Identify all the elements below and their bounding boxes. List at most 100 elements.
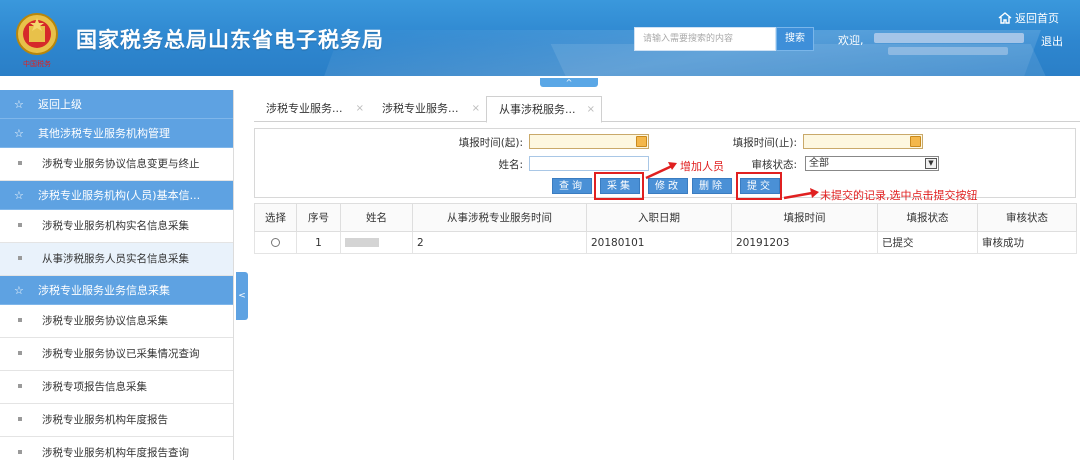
name-cell [340,231,413,254]
calendar-icon[interactable] [910,136,921,147]
sidebar-collapse-toggle[interactable]: < [236,272,248,320]
column-header: 审核状态 [977,203,1077,232]
logout-link[interactable]: 退出 [1041,33,1063,49]
bullet-icon [18,417,22,421]
row-select-radio[interactable] [271,237,280,247]
sidebar-item-agreement-collect[interactable]: 涉税专业服务协议信息采集 [0,305,233,338]
star-icon: ☆ [14,98,24,111]
calendar-icon[interactable] [636,136,647,147]
sidebar-item-label: 涉税专业服务机构年度报告 [42,414,168,426]
name-input[interactable] [529,156,649,171]
audit-status-label: 审核状态: [751,159,797,171]
home-icon [998,12,1012,24]
query-button[interactable]: 查询 [552,178,592,194]
column-header: 填报状态 [877,203,978,232]
sidebar-item-label: 涉税专业服务业务信息采集 [38,284,170,297]
audit-status-value: 全部 [809,158,829,169]
close-icon[interactable]: × [472,96,480,122]
table-row[interactable]: 1 2 20180101 20191203 已提交 审核成功 [254,231,1077,254]
end-date-label: 填报时间(止): [732,137,797,149]
tab-3[interactable]: 从事涉税服务... × [486,96,602,123]
bullet-icon [18,223,22,227]
masked-name [345,237,379,247]
site-title: 国家税务总局山东省电子税务局 [76,28,384,52]
arrow-annotation-icon [645,162,677,180]
name-label: 姓名: [498,159,523,171]
sidebar-item-label: 涉税专业服务协议信息变更与终止 [42,158,200,170]
home-link[interactable]: 返回首页 [998,10,1059,26]
sidebar-item-label: 涉税专业服务机构实名信息采集 [42,220,189,232]
end-date-input[interactable] [803,134,923,149]
column-header: 序号 [296,203,341,232]
table-header-row: 选择 序号 姓名 从事涉税专业服务时间 入职日期 填报时间 填报状态 审核状态 [254,203,1077,232]
tab-label: 涉税专业服务... [382,102,459,115]
bullet-icon [18,318,22,322]
user-org-masked [888,47,1008,55]
search-button[interactable]: 搜索 [776,27,814,51]
star-icon: ☆ [14,284,24,297]
top-header: 中国税务 国家税务总局山东省电子税务局 请输入需要搜索的内容 搜索 欢迎, 返回… [0,0,1080,76]
submit-highlight-box [736,172,782,200]
tax-emblem-icon [16,13,58,55]
emblem-caption: 中国税务 [23,60,51,68]
bullet-icon [18,256,22,260]
tab-label: 从事涉税服务... [499,103,576,116]
entry-date-cell: 20180101 [586,231,732,254]
sidebar: ☆ 返回上级 ☆ 其他涉税专业服务机构管理 涉税专业服务协议信息变更与终止 ☆ 涉税专… [0,90,234,460]
column-header: 填报时间 [731,203,878,232]
delete-button[interactable]: 删除 [692,178,732,194]
arrow-annotation-icon [783,188,819,200]
select-cell[interactable] [254,231,297,254]
sidebar-item-back[interactable]: ☆ 返回上级 [0,90,233,119]
service-years-cell: 2 [412,231,587,254]
audit-status-cell: 审核成功 [977,231,1077,254]
chevron-down-icon: ▼ [925,158,937,169]
bullet-icon [18,450,22,454]
main-content: 涉税专业服务... × 涉税专业服务... × 从事涉税服务... × 填报时间… [250,90,1080,460]
tab-1[interactable]: 涉税专业服务... × [254,96,370,122]
collapse-header-toggle[interactable]: ^ [540,78,598,87]
bullet-icon [18,351,22,355]
close-icon[interactable]: × [587,97,595,123]
sidebar-item-label: 返回上级 [38,98,82,111]
sidebar-item-annual-report[interactable]: 涉税专业服务机构年度报告 [0,404,233,437]
submit-annotation: 未提交的记录,选中点击提交按钮 [820,189,978,202]
fill-date-cell: 20191203 [731,231,878,254]
star-icon: ☆ [14,127,24,140]
tab-2[interactable]: 涉税专业服务... × [370,96,486,122]
sidebar-item-annual-report-query[interactable]: 涉税专业服务机构年度报告查询 [0,437,233,460]
sidebar-item-label: 其他涉税专业服务机构管理 [38,127,170,140]
index-cell: 1 [296,231,341,254]
bullet-icon [18,384,22,388]
tab-label: 涉税专业服务... [266,102,343,115]
star-icon: ☆ [14,189,24,202]
fill-status-cell: 已提交 [877,231,978,254]
column-header: 姓名 [340,203,413,232]
sidebar-item-label: 涉税专业服务协议已采集情况查询 [42,348,200,360]
collect-highlight-box [594,172,644,200]
search-input[interactable]: 请输入需要搜索的内容 [634,27,776,51]
column-header: 选择 [254,203,297,232]
home-link-label: 返回首页 [1015,12,1059,25]
sidebar-item-label: 涉税专业服务机构(人员)基本信... [38,189,201,202]
sidebar-group-business-info[interactable]: ☆ 涉税专业服务业务信息采集 [0,276,233,305]
sidebar-item-special-report[interactable]: 涉税专项报告信息采集 [0,371,233,404]
tab-bar: 涉税专业服务... × 涉税专业服务... × 从事涉税服务... × [254,94,1080,123]
column-header: 入职日期 [586,203,732,232]
records-table: 选择 序号 姓名 从事涉税专业服务时间 入职日期 填报时间 填报状态 审核状态 … [254,203,1077,254]
welcome-text: 欢迎, [838,34,864,47]
sidebar-group-other-agency[interactable]: ☆ 其他涉税专业服务机构管理 [0,119,233,148]
column-header: 从事涉税专业服务时间 [412,203,587,232]
add-person-annotation: 增加人员 [680,160,724,173]
sidebar-item-staff-realname[interactable]: 从事涉税服务人员实名信息采集 [0,243,233,276]
sidebar-item-agency-realname[interactable]: 涉税专业服务机构实名信息采集 [0,210,233,243]
start-date-input[interactable] [529,134,649,149]
sidebar-item-agreement-query[interactable]: 涉税专业服务协议已采集情况查询 [0,338,233,371]
sidebar-group-basic-info[interactable]: ☆ 涉税专业服务机构(人员)基本信... [0,181,233,210]
user-name-masked [874,33,1024,43]
close-icon[interactable]: × [356,96,364,122]
start-date-label: 填报时间(起): [458,137,523,149]
bullet-icon [18,161,22,165]
audit-status-select[interactable]: 全部 ▼ [805,156,939,171]
sidebar-item-agreement-change[interactable]: 涉税专业服务协议信息变更与终止 [0,148,233,181]
